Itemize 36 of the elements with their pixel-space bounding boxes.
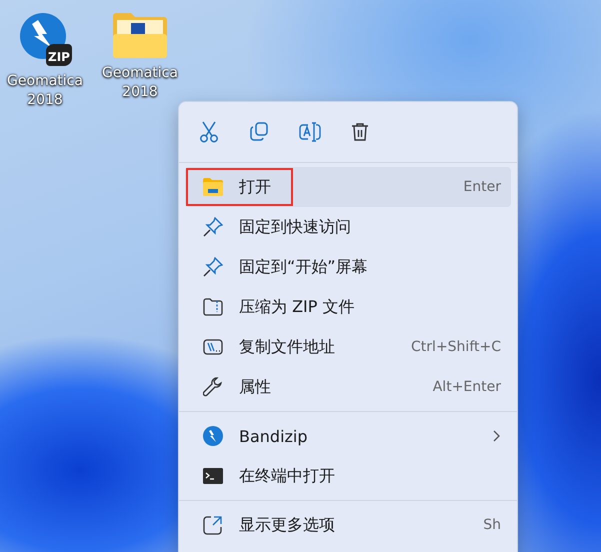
menu-item[interactable]: Bandizip bbox=[185, 416, 511, 456]
shortcut-text: Sh bbox=[483, 517, 501, 533]
menu-item-label: 固定到“开始”屏幕 bbox=[239, 256, 368, 278]
lightning-icon bbox=[203, 426, 223, 446]
wrench-icon bbox=[203, 377, 223, 397]
trash-icon[interactable] bbox=[351, 122, 369, 142]
menu-item[interactable]: 固定到“开始”屏幕 bbox=[185, 247, 511, 287]
menu-item[interactable]: 固定到快速访问 bbox=[185, 207, 511, 247]
menu-item[interactable]: 打开 Enter bbox=[185, 167, 511, 207]
menu-item-label: 属性 bbox=[239, 376, 271, 398]
menu-item[interactable]: 显示更多选项 Sh bbox=[185, 505, 511, 545]
folder-icon bbox=[113, 12, 167, 58]
menu-item-label: Bandizip bbox=[239, 426, 308, 446]
menu-item[interactable]: 复制文件地址 Ctrl+Shift+C bbox=[185, 327, 511, 367]
pin-icon bbox=[203, 257, 223, 277]
menu-item-label: 压缩为 ZIP 文件 bbox=[239, 296, 354, 318]
folder-icon bbox=[203, 178, 223, 196]
shortcut-text: Ctrl+Shift+C bbox=[411, 339, 501, 355]
menu-item-label: 显示更多选项 bbox=[239, 514, 335, 536]
menu-item[interactable]: 属性 Alt+Enter bbox=[185, 367, 511, 407]
menu-item-label: 固定到快速访问 bbox=[239, 216, 351, 238]
menu-item-label: 打开 bbox=[239, 176, 271, 198]
menu-item-label: 复制文件地址 bbox=[239, 336, 335, 358]
shortcut-text: Alt+Enter bbox=[432, 379, 501, 395]
pin-icon bbox=[203, 217, 223, 237]
zip-folder-icon bbox=[203, 298, 223, 316]
menu-item[interactable]: 压缩为 ZIP 文件 bbox=[185, 287, 511, 327]
menu-item[interactable]: 在终端中打开 bbox=[185, 456, 511, 496]
open-external-icon bbox=[203, 515, 223, 535]
rename-icon[interactable] bbox=[299, 122, 321, 142]
menu-item-label: 在终端中打开 bbox=[239, 466, 335, 486]
shortcut-text: Enter bbox=[463, 179, 501, 195]
path-icon bbox=[203, 339, 223, 355]
cut-icon[interactable] bbox=[199, 121, 219, 143]
copy-icon[interactable] bbox=[249, 122, 269, 142]
terminal-icon bbox=[203, 468, 223, 484]
